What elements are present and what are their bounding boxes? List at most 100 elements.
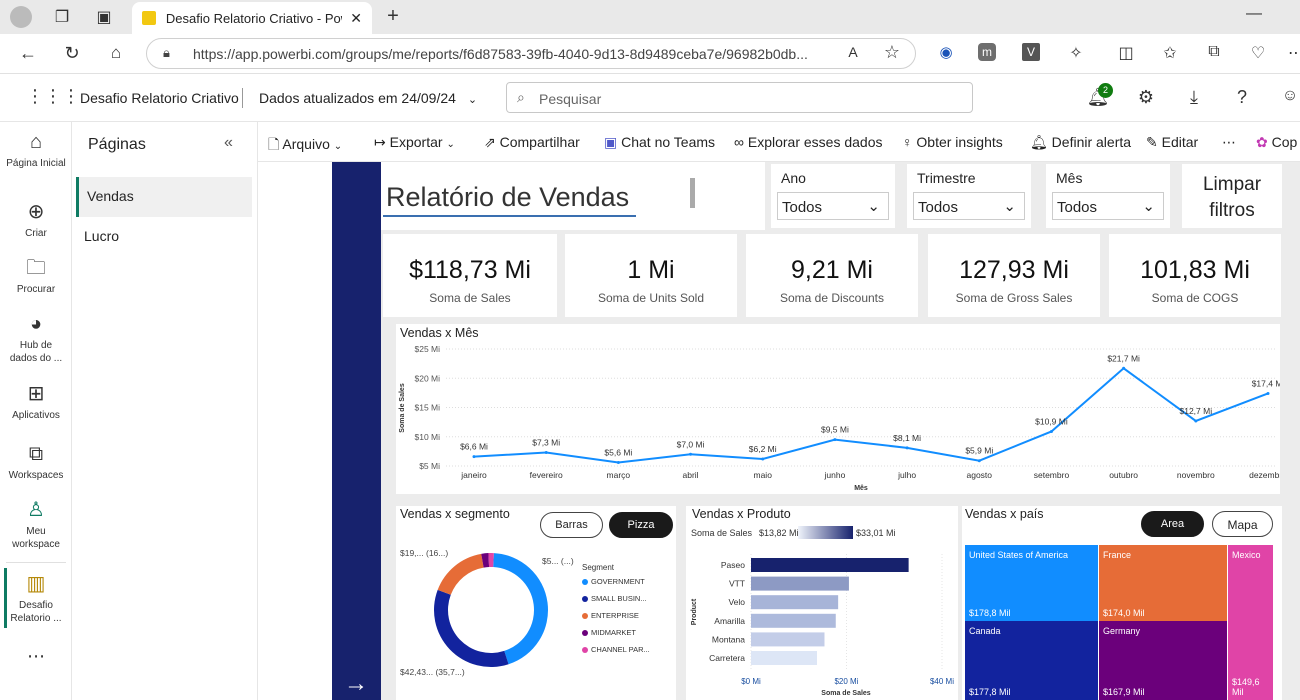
- alert-button[interactable]: 🔔︎ Definir alerta: [1030, 134, 1131, 151]
- nav-label: Procurar: [16, 284, 56, 295]
- download-icon[interactable]: ⤓: [1182, 87, 1206, 108]
- feedback-icon[interactable]: ☺: [1278, 87, 1300, 105]
- favorite-star-icon[interactable]: ☆: [880, 42, 904, 63]
- slicer-trimestre: Trimestre Todos ⌄: [907, 164, 1031, 228]
- legend-item[interactable]: CHANNEL PAR...: [582, 645, 650, 654]
- legend-dot: [582, 630, 588, 637]
- browser-address-bar: ← ↻ ⌂ 🔒︎ https://app.powerbi.com/groups/…: [0, 34, 1300, 74]
- data-label: $6,2 Mi: [749, 444, 777, 454]
- page-item-lucro[interactable]: Lucro: [76, 217, 252, 257]
- collapse-icon[interactable]: «: [224, 134, 233, 152]
- y-tick-label: Montana: [712, 634, 745, 644]
- performance-icon[interactable]: ♡: [1246, 43, 1270, 63]
- chevron-down-icon: ⌄: [1142, 198, 1155, 215]
- split-screen-icon[interactable]: ◫: [1114, 43, 1138, 63]
- arquivo-menu[interactable]: 🗋︎ Arquivo ⌄: [268, 134, 342, 158]
- donut-slice: [437, 553, 484, 595]
- treemap-tile[interactable]: Mexico $149,6 Mil: [1228, 545, 1273, 700]
- teams-button[interactable]: ▣ Chat no Teams: [604, 134, 715, 151]
- data-label: $10,9 Mi: [1035, 416, 1068, 426]
- nav-report[interactable]: ▥ Desafio Relatorio ...: [0, 572, 72, 625]
- data-label: $7,0 Mi: [677, 439, 705, 449]
- arrow-right-icon[interactable]: →: [344, 670, 368, 698]
- slicer-dropdown[interactable]: Todos ⌄: [777, 192, 889, 220]
- kpi-label: Soma de Units Sold: [597, 291, 705, 305]
- treemap-tile[interactable]: France $174,0 Mil: [1099, 545, 1227, 621]
- left-navigation: ⌂ Página Inicial ⊕ Criar 🗀 Procurar ◕ Hub de…: [0, 122, 72, 700]
- settings-icon[interactable]: ⚙: [1134, 87, 1158, 108]
- extensions-icon[interactable]: ✧: [1064, 43, 1088, 63]
- nav-home[interactable]: ⌂ Página Inicial: [0, 130, 72, 170]
- explore-button[interactable]: ∞ Explorar esses dados: [734, 134, 883, 150]
- mapa-button[interactable]: Mapa: [1212, 511, 1273, 537]
- app-launcher-icon[interactable]: ⋮⋮⋮: [26, 86, 80, 107]
- url-field[interactable]: 🔒︎ https://app.powerbi.com/groups/me/rep…: [146, 38, 916, 69]
- legend-item[interactable]: GOVERNMENT: [582, 577, 645, 586]
- clear-filters-button[interactable]: Limpar filtros: [1182, 164, 1282, 228]
- collections-icon[interactable]: ⧉: [1202, 43, 1226, 61]
- data-hub-icon: ◕: [29, 313, 43, 335]
- nav-browse[interactable]: 🗀 Procurar: [0, 256, 72, 296]
- exportar-menu[interactable]: ↦ Exportar ⌄: [374, 134, 455, 151]
- legend-item[interactable]: SMALL BUSIN...: [582, 594, 647, 603]
- slicer-dropdown[interactable]: Todos ⌄: [1052, 192, 1164, 220]
- extension-m-icon[interactable]: m: [978, 43, 996, 61]
- nav-create[interactable]: ⊕ Criar: [0, 200, 72, 240]
- edit-button[interactable]: ✎ Editar: [1146, 134, 1198, 151]
- treemap-tile[interactable]: United States of America $178,8 Mil: [965, 545, 1098, 621]
- browser-tab-bar: ❐ ▣ Desafio Relatorio Criativo - Power ✕…: [0, 0, 1300, 34]
- new-tab-icon[interactable]: +: [381, 5, 405, 28]
- more-icon[interactable]: ⋯: [1284, 43, 1300, 63]
- collections-icon[interactable]: ❐: [50, 7, 74, 27]
- page-item-vendas[interactable]: Vendas: [76, 177, 252, 217]
- kpi-card: $118,73 Mi Soma de Sales: [383, 234, 557, 317]
- tab-actions-icon[interactable]: ▣: [92, 7, 116, 27]
- legend-item[interactable]: ENTERPRISE: [582, 611, 639, 620]
- nav-workspaces[interactable]: ⧉ Workspaces: [0, 442, 72, 482]
- help-icon[interactable]: ?: [1230, 87, 1254, 108]
- extension-v-icon[interactable]: V: [1022, 43, 1040, 61]
- more-icon[interactable]: ⋯: [0, 647, 72, 665]
- x-axis-label: Soma de Sales: [821, 690, 871, 697]
- line-point: [905, 446, 909, 450]
- slicer-label: Ano: [781, 170, 806, 186]
- treemap-tile[interactable]: Canada $177,8 Mil: [965, 621, 1098, 700]
- refresh-icon[interactable]: ↻: [60, 43, 84, 64]
- browser-tab[interactable]: Desafio Relatorio Criativo - Power ✕: [132, 2, 372, 34]
- kpi-value: $118,73 Mi: [409, 256, 531, 284]
- report-name[interactable]: Desafio Relatorio Criativo: [80, 90, 239, 106]
- copilot-label: Cop: [1271, 134, 1298, 150]
- product-bar: [751, 595, 839, 610]
- treemap-tile[interactable]: Germany $167,9 Mil: [1099, 621, 1227, 700]
- data-updated[interactable]: Dados atualizados em 24/09/24 ⌄: [259, 90, 477, 106]
- extension-icon[interactable]: ◉: [934, 43, 958, 61]
- profile-avatar[interactable]: [10, 6, 32, 28]
- y-tick-label: $20 Mi: [414, 373, 440, 383]
- product-bar: [751, 613, 836, 628]
- home-icon[interactable]: ⌂: [104, 43, 128, 63]
- close-tab-icon[interactable]: ✕: [350, 10, 362, 27]
- y-tick-label: Amarilla: [714, 616, 745, 626]
- insights-button[interactable]: ♀ Obter insights: [902, 134, 1003, 150]
- copilot-button[interactable]: ✿ Cop: [1256, 134, 1297, 151]
- y-tick-label: Carretera: [709, 653, 745, 663]
- back-icon[interactable]: ←: [16, 43, 40, 64]
- nav-data-hub[interactable]: ◕ Hub de dados do ...: [0, 312, 72, 365]
- more-options-icon[interactable]: ⋯: [1222, 134, 1236, 151]
- kpi-card: 127,93 Mi Soma de Gross Sales: [928, 234, 1100, 317]
- legend-item[interactable]: MIDMARKET: [582, 628, 636, 637]
- slicer-dropdown[interactable]: Todos ⌄: [913, 192, 1025, 220]
- favorites-icon[interactable]: ✩: [1158, 43, 1182, 63]
- nav-apps[interactable]: ⊞ Aplicativos: [0, 382, 72, 422]
- kpi-label: Soma de Discounts: [779, 291, 885, 305]
- title-cursor: [690, 178, 695, 208]
- share-button[interactable]: ⇗ Compartilhar: [484, 134, 580, 151]
- read-aloud-icon[interactable]: A: [841, 44, 865, 60]
- slicer-label: Mês: [1056, 170, 1083, 186]
- x-tick-label: $0 Mi: [741, 677, 761, 686]
- nav-my-workspace[interactable]: ♙ Meu workspace: [0, 498, 72, 551]
- search-input[interactable]: ⌕ Pesquisar: [506, 82, 973, 113]
- kpi-value: 1 Mi: [627, 256, 675, 284]
- area-button[interactable]: Area: [1141, 511, 1204, 537]
- minimize-icon[interactable]: —: [1242, 5, 1266, 23]
